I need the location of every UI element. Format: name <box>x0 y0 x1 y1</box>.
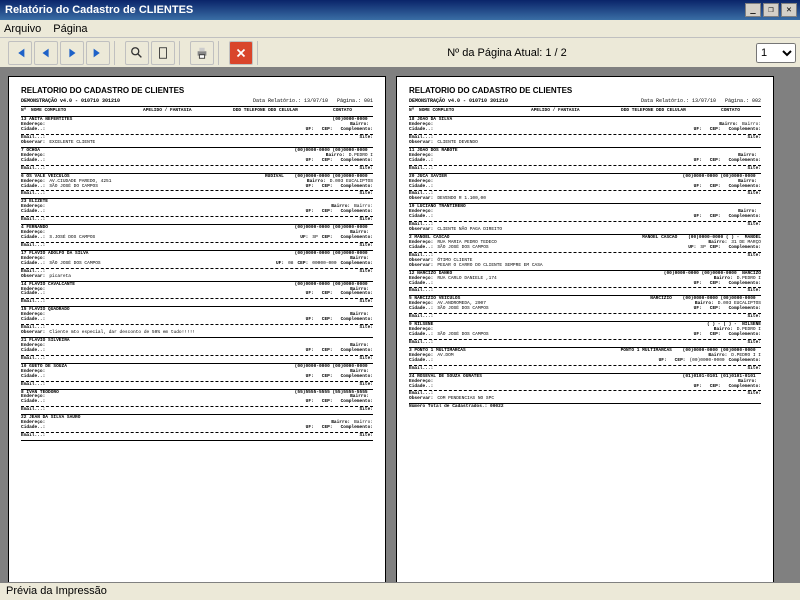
record-row: 7 OCHOA (00)0000-0000 (00)0000-0000 Ende… <box>21 149 373 174</box>
record-row: 13 ANITA NEFERTITES (00)0000-0000 Endere… <box>21 118 373 148</box>
column-header: NºNOME COMPLETOAPELIDO / FANTASIADDD TEL… <box>409 108 761 115</box>
menu-page[interactable]: Página <box>53 23 87 35</box>
report-date: Data Relatório.: 13/07/10 Página.: 001 <box>253 99 373 105</box>
page-indicator: Nº da Página Atual: 1 / 2 <box>264 47 750 59</box>
company-name: DEMONSTRAÇÃO v4.0 - 010710 301210 <box>409 99 508 105</box>
record-row: 4 FERNANDO (00)0000-0000 (00)0000-0000 E… <box>21 226 373 251</box>
company-name: DEMONSTRAÇÃO v4.0 - 010710 301210 <box>21 99 120 105</box>
zoom-button[interactable] <box>125 41 149 65</box>
menubar: Arquivo Página <box>0 20 800 38</box>
menu-file[interactable]: Arquivo <box>4 23 41 35</box>
record-row: 15 FLAVIO QUADRADO Endereço:Bairro: Cida… <box>21 308 373 338</box>
report-page-2: RELATORIO DO CADASTRO DE CLIENTES DEMONS… <box>396 76 774 582</box>
maximize-button[interactable]: ❐ <box>763 3 779 17</box>
close-button[interactable]: ✕ <box>781 3 797 17</box>
record-row: 2 MANOEL CASCÃOMANOEL CASCÃO (00)0000-00… <box>409 236 761 271</box>
close-preview-button[interactable] <box>229 41 253 65</box>
record-row: 21 FLAVIO SILVEIRA Endereço:Bairro: Cida… <box>21 339 373 364</box>
fit-page-button[interactable] <box>151 41 175 65</box>
record-row: 22 JEAN DA SILVA SAURO Endereço:Bairro:B… <box>21 416 373 441</box>
last-page-button[interactable] <box>86 41 110 65</box>
titlebar: Relatório do Cadastro de CLIENTES _ ❐ ✕ <box>0 0 800 20</box>
record-row: 20 JUCA XAVIER (00)0000-0000 (00)0000-00… <box>409 175 761 205</box>
record-row: 24 ROSEVAL DE SOUZA OURATES (01)0101-010… <box>409 375 761 405</box>
record-row: 9 NILSENE ( ) - ( ) - NILSENE Endereço:B… <box>409 323 761 348</box>
report-title: RELATORIO DO CADASTRO DE CLIENTES <box>409 87 761 96</box>
minimize-button[interactable]: _ <box>745 3 761 17</box>
total-label: Número Total de Cadastrados.: 00022 <box>409 404 504 409</box>
record-row: 17 FLAVIO ADOLFO DA SILVA (00)0000-0000 … <box>21 252 373 282</box>
report-page-1: RELATORIO DO CADASTRO DE CLIENTES DEMONS… <box>8 76 386 582</box>
record-row: 3 PONTO 1 MULTIMARCASPONTO 1 MULTIMARCAS… <box>409 349 761 374</box>
window-title: Relatório do Cadastro de CLIENTES <box>3 4 743 16</box>
record-row: 18 JOÃO DA SILVA Endereço:Bairro:Bairro:… <box>409 118 761 148</box>
record-row: 11 JOÃO DOS RABOTE Endereço:Bairro: Cida… <box>409 149 761 174</box>
record-row: 12 NARCIZO DANKO (00)0000-0000 (00)0000-… <box>409 272 761 297</box>
first-page-button[interactable] <box>8 41 32 65</box>
report-title: RELATORIO DO CADASTRO DE CLIENTES <box>21 87 373 96</box>
prev-page-button[interactable] <box>34 41 58 65</box>
statusbar: Prévia da Impressão <box>0 582 800 600</box>
record-row: 19 LUCIANO TRANTIRENO Endereço:Bairro: C… <box>409 205 761 235</box>
record-row: 8 IVAN TEODORO (55)5555-5555 (55)5555-55… <box>21 391 373 416</box>
report-date: Data Relatório.: 13/07/10 Página.: 002 <box>641 99 761 105</box>
record-row: 10 GUETO DE SOUZA (00)0000-0000 (00)0000… <box>21 365 373 390</box>
record-row: 5 NARCIZIO VEICULOSNARCIZIO (00)0000-000… <box>409 297 761 322</box>
print-button[interactable] <box>190 41 214 65</box>
toolbar: Nº da Página Atual: 1 / 2 1 <box>0 38 800 68</box>
record-row: 6 OS VALE VEICULOSRUDIVAL (00)0000-0000 … <box>21 175 373 200</box>
next-page-button[interactable] <box>60 41 84 65</box>
record-row: 23 ELIZETE Endereço:Bairro:Bairro: Cidad… <box>21 200 373 225</box>
page-select[interactable]: 1 <box>756 43 796 63</box>
record-row: 14 FLAVIO CAVALCANTE (00)0000-0000 (00)0… <box>21 283 373 308</box>
preview-area: RELATORIO DO CADASTRO DE CLIENTES DEMONS… <box>0 68 800 582</box>
column-header: NºNOME COMPLETOAPELIDO / FANTASIADDD TEL… <box>21 108 373 115</box>
